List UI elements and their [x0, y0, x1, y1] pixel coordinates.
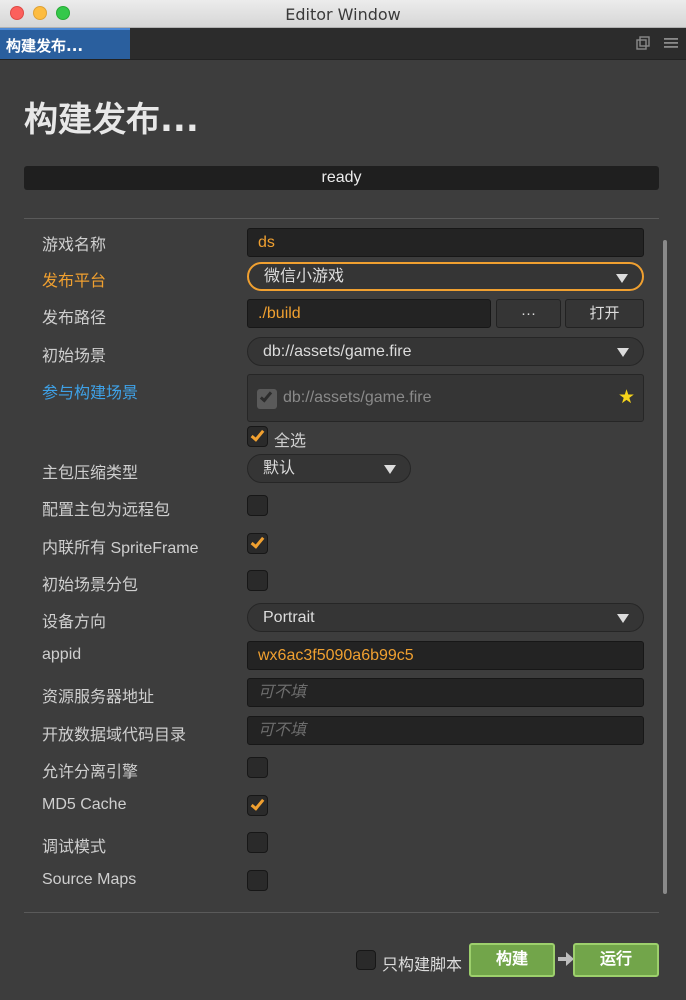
select-all-label: 全选 — [274, 433, 307, 450]
select-all-checkbox[interactable] — [247, 426, 268, 447]
compression-label: 主包压缩类型 — [42, 465, 139, 482]
source-maps-label: Source Maps — [42, 871, 137, 888]
row-inline-spriteframes: 内联所有 SpriteFrame — [0, 529, 686, 559]
tab-bar: 构建发布... — [0, 28, 686, 60]
browse-button[interactable]: ··· — [496, 299, 561, 328]
chevron-down-icon — [617, 348, 629, 357]
compression-value: 默认 — [263, 460, 296, 477]
row-orientation: 设备方向 Portrait — [0, 603, 686, 633]
debug-label: 调试模式 — [42, 839, 107, 856]
remote-main-bundle-checkbox[interactable] — [247, 495, 268, 516]
bottom-divider — [24, 912, 659, 913]
build-progress-bar: ready — [24, 166, 659, 190]
build-path-input[interactable]: ./build — [247, 299, 491, 328]
star-icon: ★ — [617, 387, 635, 408]
subpackage-start-scene-label: 初始场景分包 — [42, 577, 139, 594]
compression-select[interactable]: 默认 — [247, 454, 411, 483]
separate-engine-checkbox[interactable] — [247, 757, 268, 778]
source-maps-checkbox[interactable] — [247, 870, 268, 891]
row-source-maps: Source Maps — [0, 866, 686, 896]
tab-build[interactable]: 构建发布... — [0, 28, 130, 59]
orientation-value: Portrait — [263, 609, 315, 626]
row-platform: 发布平台 微信小游戏 — [0, 262, 686, 292]
top-divider — [24, 218, 659, 219]
row-build-path: 发布路径 ./build ··· 打开 — [0, 299, 686, 329]
build-path-label: 发布路径 — [42, 310, 107, 327]
game-name-input[interactable]: ds — [247, 228, 644, 257]
window-titlebar: Editor Window — [0, 0, 686, 28]
row-debug: 调试模式 — [0, 828, 686, 858]
scene-path: db://assets/game.fire — [283, 389, 432, 406]
build-button[interactable]: 构建 — [469, 943, 555, 977]
appid-input[interactable]: wx6ac3f5090a6b99c5 — [247, 641, 644, 670]
included-scenes-label: 参与构建场景 — [42, 385, 139, 402]
chevron-down-icon — [384, 465, 396, 474]
scripts-only-checkbox[interactable] — [356, 950, 376, 970]
row-start-scene: 初始场景 db://assets/game.fire — [0, 337, 686, 367]
md5-cache-label: MD5 Cache — [42, 796, 127, 813]
scene-list: db://assets/game.fire ★ — [247, 374, 644, 422]
row-select-all: 全选 — [0, 422, 686, 452]
scene-checkbox — [257, 389, 277, 409]
platform-label: 发布平台 — [42, 273, 107, 290]
game-name-label: 游戏名称 — [42, 237, 107, 254]
popout-icon[interactable] — [636, 36, 650, 50]
subpackage-start-scene-checkbox[interactable] — [247, 570, 268, 591]
start-scene-label: 初始场景 — [42, 348, 107, 365]
remote-server-label: 资源服务器地址 — [42, 689, 155, 706]
remote-main-bundle-label: 配置主包为远程包 — [42, 502, 171, 519]
open-folder-button[interactable]: 打开 — [565, 299, 644, 328]
row-subpackage-start-scene: 初始场景分包 — [0, 566, 686, 596]
window-title: Editor Window — [285, 5, 401, 24]
inline-spriteframes-checkbox[interactable] — [247, 533, 268, 554]
menu-icon[interactable] — [664, 36, 678, 50]
open-data-context-input[interactable]: 可不填 — [247, 716, 644, 745]
row-separate-engine: 允许分离引擎 — [0, 753, 686, 783]
form-scrollbar[interactable] — [663, 240, 667, 894]
arrow-right-icon — [558, 952, 574, 966]
md5-cache-checkbox[interactable] — [247, 795, 268, 816]
start-scene-value: db://assets/game.fire — [263, 343, 412, 360]
chevron-down-icon — [616, 274, 628, 283]
debug-checkbox[interactable] — [247, 832, 268, 853]
scripts-only-label: 只构建脚本 — [382, 957, 463, 974]
row-game-name: 游戏名称 ds — [0, 226, 686, 257]
row-md5-cache: MD5 Cache — [0, 791, 686, 821]
appid-label: appid — [42, 646, 82, 663]
tab-tools — [636, 36, 678, 50]
row-compression: 主包压缩类型 默认 — [0, 454, 686, 484]
separate-engine-label: 允许分离引擎 — [42, 764, 139, 781]
platform-select[interactable]: 微信小游戏 — [247, 262, 644, 291]
remote-server-input[interactable]: 可不填 — [247, 678, 644, 707]
row-appid: appid wx6ac3f5090a6b99c5 — [0, 641, 686, 671]
page-title: 构建发布... — [24, 100, 199, 140]
run-button[interactable]: 运行 — [573, 943, 659, 977]
row-remote-server: 资源服务器地址 可不填 — [0, 678, 686, 708]
start-scene-select[interactable]: db://assets/game.fire — [247, 337, 644, 366]
chevron-down-icon — [617, 614, 629, 623]
orientation-select[interactable]: Portrait — [247, 603, 644, 632]
inline-spriteframes-label: 内联所有 SpriteFrame — [42, 540, 199, 557]
open-data-context-label: 开放数据域代码目录 — [42, 727, 187, 744]
platform-value: 微信小游戏 — [264, 268, 345, 285]
row-remote-main-bundle: 配置主包为远程包 — [0, 491, 686, 521]
row-open-data-context: 开放数据域代码目录 可不填 — [0, 716, 686, 746]
build-form: 游戏名称 ds 发布平台 微信小游戏 发布路径 ./build ··· 打开 初… — [0, 222, 686, 910]
orientation-label: 设备方向 — [42, 614, 107, 631]
